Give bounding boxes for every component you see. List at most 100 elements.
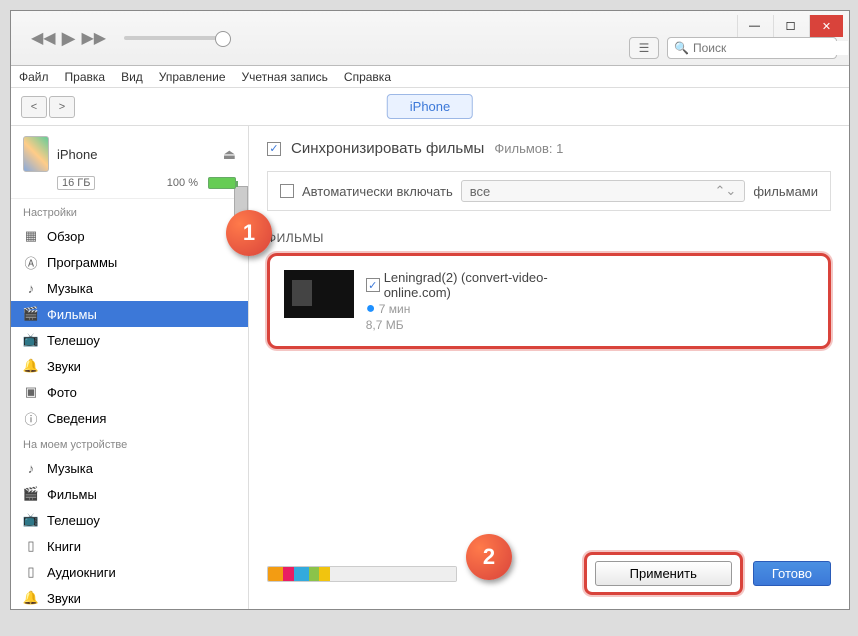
sync-movies-label: Синхронизировать фильмы bbox=[291, 140, 484, 157]
auto-include-label: Автоматически включать bbox=[302, 184, 453, 199]
bell-icon: 🔔 bbox=[23, 590, 39, 606]
sidebar-item-label: Книги bbox=[47, 539, 81, 554]
sidebar-item-sounds[interactable]: 🔔 Звуки bbox=[11, 353, 248, 379]
device-thumbnail bbox=[23, 136, 49, 172]
sidebar-item-label: Телешоу bbox=[47, 333, 100, 348]
sidebar-dev-movies[interactable]: 🎬 Фильмы bbox=[11, 481, 248, 507]
menu-account[interactable]: Учетная запись bbox=[242, 70, 328, 84]
device-pill[interactable]: iPhone bbox=[387, 94, 473, 119]
callout-badge-1: 1 bbox=[226, 210, 272, 256]
apply-highlight-box: Применить bbox=[584, 552, 743, 595]
sidebar-item-overview[interactable]: ▦ Обзор bbox=[11, 223, 248, 249]
sidebar-item-label: Телешоу bbox=[47, 513, 100, 528]
menu-edit[interactable]: Правка bbox=[65, 70, 106, 84]
device-storage: 16 ГБ bbox=[57, 176, 95, 190]
sidebar-item-label: Музыка bbox=[47, 281, 93, 296]
sidebar-item-label: Сведения bbox=[47, 411, 106, 426]
music-icon: ♪ bbox=[23, 460, 39, 476]
sidebar-item-label: Аудиокниги bbox=[47, 565, 116, 580]
battery-percent: 100 % bbox=[167, 177, 198, 189]
list-view-button[interactable]: ☰ bbox=[629, 37, 659, 59]
sidebar-item-label: Фильмы bbox=[47, 487, 97, 502]
sidebar-item-label: Обзор bbox=[47, 229, 85, 244]
sidebar-item-label: Программы bbox=[47, 255, 117, 270]
footer: Применить Готово bbox=[249, 542, 849, 609]
sidebar-item-label: Звуки bbox=[47, 359, 81, 374]
unwatched-dot-icon: ● bbox=[366, 300, 376, 317]
sidebar-item-tv[interactable]: 📺 Телешоу bbox=[11, 327, 248, 353]
close-button[interactable]: ✕ bbox=[809, 15, 843, 37]
sidebar-item-label: Фото bbox=[47, 385, 77, 400]
movie-highlight-box: Leningrad(2) (convert-video-online.com) … bbox=[267, 253, 831, 349]
nav-back-button[interactable]: < bbox=[21, 96, 47, 118]
movie-title: Leningrad(2) (convert-video-online.com) bbox=[384, 270, 614, 300]
play-icon[interactable]: ▶ bbox=[62, 28, 76, 49]
minimize-button[interactable]: — bbox=[737, 15, 771, 37]
sidebar-item-photos[interactable]: ▣ Фото bbox=[11, 379, 248, 405]
sidebar-section-ondevice: На моем устройстве bbox=[11, 431, 248, 455]
sidebar-dev-books[interactable]: ▯ Книги bbox=[11, 533, 248, 559]
menu-help[interactable]: Справка bbox=[344, 70, 391, 84]
sidebar-item-apps[interactable]: ⒶПрограммы bbox=[11, 249, 248, 275]
device-name: iPhone bbox=[57, 147, 215, 162]
auto-include-checkbox[interactable] bbox=[280, 184, 294, 198]
nav-toolbar: < > iPhone bbox=[11, 88, 849, 126]
tv-icon: 📺 bbox=[23, 332, 39, 348]
menu-view[interactable]: Вид bbox=[121, 70, 143, 84]
sidebar-item-music[interactable]: ♪ Музыка bbox=[11, 275, 248, 301]
battery-icon bbox=[208, 177, 236, 189]
sidebar: iPhone ⏏ 16 ГБ 100 % Настройки ▦ Обзор ⒶП… bbox=[11, 126, 249, 609]
next-track-icon[interactable]: ▶▶ bbox=[81, 28, 106, 48]
menu-file[interactable]: Файл bbox=[19, 70, 49, 84]
movie-thumbnail bbox=[284, 270, 354, 318]
movie-duration: 7 мин bbox=[379, 302, 411, 316]
search-input[interactable] bbox=[693, 41, 848, 55]
movie-count: Фильмов: 1 bbox=[494, 141, 563, 156]
movies-section-title: Фильмы bbox=[267, 231, 831, 245]
eject-icon[interactable]: ⏏ bbox=[223, 146, 236, 163]
info-icon: ⓘ bbox=[23, 410, 39, 426]
sidebar-dev-tv[interactable]: 📺 Телешоу bbox=[11, 507, 248, 533]
sidebar-item-movies[interactable]: 🎬 Фильмы bbox=[11, 301, 248, 327]
book-icon: ▯ bbox=[23, 538, 39, 554]
movie-item[interactable]: Leningrad(2) (convert-video-online.com) … bbox=[284, 270, 614, 332]
auto-include-select[interactable]: все ⌃⌄ bbox=[461, 180, 746, 202]
movie-checkbox[interactable] bbox=[366, 278, 380, 292]
sidebar-dev-sounds[interactable]: 🔔 Звуки bbox=[11, 585, 248, 609]
search-icon: 🔍 bbox=[674, 41, 689, 55]
search-field[interactable]: 🔍 bbox=[667, 37, 837, 59]
titlebar: ◀◀ ▶ ▶▶ ☰ 🔍 — ☐ ✕ bbox=[11, 11, 849, 66]
itunes-window: ◀◀ ▶ ▶▶ ☰ 🔍 — ☐ ✕ Файл Правка Вид Управл… bbox=[10, 10, 850, 610]
photo-icon: ▣ bbox=[23, 384, 39, 400]
prev-track-icon[interactable]: ◀◀ bbox=[31, 28, 56, 48]
movie-size: 8,7 МБ bbox=[366, 318, 614, 332]
sidebar-item-info[interactable]: ⓘ Сведения bbox=[11, 405, 248, 431]
device-header: iPhone ⏏ 16 ГБ 100 % bbox=[11, 126, 248, 199]
movies-icon: 🎬 bbox=[23, 306, 39, 322]
music-icon: ♪ bbox=[23, 280, 39, 296]
main-panel: Синхронизировать фильмы Фильмов: 1 Автом… bbox=[249, 126, 849, 609]
menu-controls[interactable]: Управление bbox=[159, 70, 226, 84]
sidebar-dev-audiobooks[interactable]: ▯ Аудиокниги bbox=[11, 559, 248, 585]
maximize-button[interactable]: ☐ bbox=[773, 15, 807, 37]
done-button[interactable]: Готово bbox=[753, 561, 831, 586]
apply-button[interactable]: Применить bbox=[595, 561, 732, 586]
auto-include-row: Автоматически включать все ⌃⌄ фильмами bbox=[267, 171, 831, 211]
tv-icon: 📺 bbox=[23, 512, 39, 528]
auto-select-value: все bbox=[470, 184, 491, 199]
nav-forward-button[interactable]: > bbox=[49, 96, 75, 118]
volume-slider[interactable] bbox=[124, 36, 224, 40]
overview-icon: ▦ bbox=[23, 228, 39, 244]
sidebar-item-label: Музыка bbox=[47, 461, 93, 476]
audiobook-icon: ▯ bbox=[23, 564, 39, 580]
chevron-updown-icon: ⌃⌄ bbox=[715, 183, 737, 199]
bell-icon: 🔔 bbox=[23, 358, 39, 374]
sidebar-dev-music[interactable]: ♪ Музыка bbox=[11, 455, 248, 481]
sidebar-item-label: Фильмы bbox=[47, 307, 97, 322]
sidebar-section-settings: Настройки bbox=[11, 199, 248, 223]
sync-movies-checkbox[interactable] bbox=[267, 142, 281, 156]
movies-icon: 🎬 bbox=[23, 486, 39, 502]
callout-badge-2: 2 bbox=[466, 534, 512, 580]
menubar: Файл Правка Вид Управление Учетная запис… bbox=[11, 66, 849, 88]
sidebar-item-label: Звуки bbox=[47, 591, 81, 606]
